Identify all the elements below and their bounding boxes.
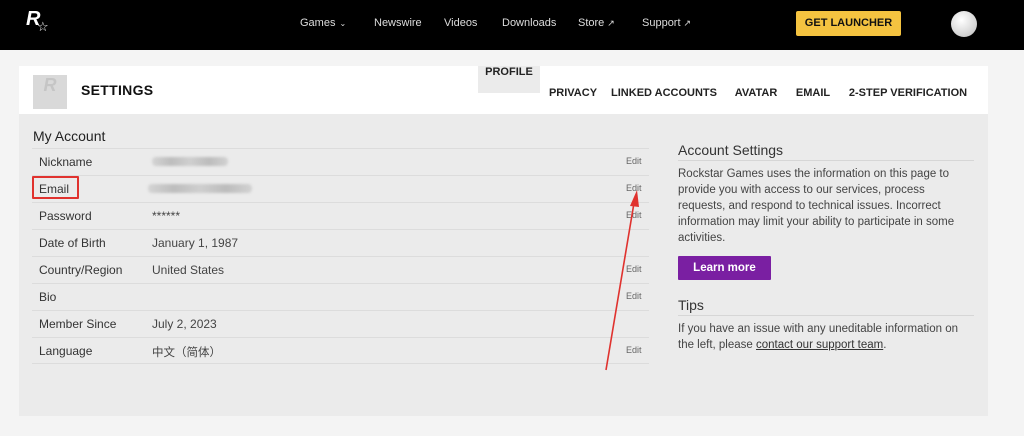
get-launcher-button[interactable]: GET LAUNCHER [796, 11, 901, 36]
nav-videos[interactable]: Videos [444, 0, 477, 50]
settings-panel: R SETTINGS PROFILE PRIVACY LINKED ACCOUN… [19, 66, 988, 416]
edit-link[interactable]: Edit [626, 183, 642, 193]
divider [678, 315, 974, 316]
tab-email[interactable]: EMAIL [793, 87, 833, 114]
external-link-icon: ↗ [607, 18, 615, 28]
learn-more-button[interactable]: Learn more [678, 256, 771, 280]
contact-support-link[interactable]: contact our support team [756, 339, 883, 351]
tab-profile[interactable]: PROFILE [478, 66, 540, 93]
user-avatar[interactable] [951, 11, 977, 37]
field-row-bio: Bio Edit [32, 283, 649, 310]
nav-downloads-label: Downloads [502, 17, 557, 29]
account-settings-description: Rockstar Games uses the information on t… [678, 168, 955, 244]
external-link-icon: ↗ [683, 18, 692, 28]
field-label: Bio [39, 290, 57, 304]
tab-privacy[interactable]: PRIVACY [545, 87, 601, 114]
nav-store[interactable]: Store ↗ [578, 0, 615, 50]
account-settings-section: Account Settings Rockstar Games uses the… [678, 142, 974, 246]
page-title: SETTINGS [81, 82, 154, 98]
profile-avatar: R [33, 75, 67, 109]
field-label: Date of Birth [39, 236, 106, 250]
chevron-down-icon: ⌄ [339, 19, 347, 28]
field-label: Country/Region [39, 263, 123, 277]
field-label: Nickname [39, 155, 93, 169]
tab-2-step-verification[interactable]: 2-STEP VERIFICATION [847, 87, 969, 114]
tips-description: If you have an issue with any uneditable… [678, 321, 974, 353]
field-value: January 1, 1987 [152, 236, 239, 250]
field-row-member-since: Member Since July 2, 2023 [32, 310, 649, 337]
settings-header: R SETTINGS PROFILE PRIVACY LINKED ACCOUN… [19, 66, 988, 114]
tips-title: Tips [678, 297, 704, 313]
nav-store-label: Store [578, 17, 605, 29]
nav-videos-label: Videos [444, 17, 478, 29]
tab-avatar[interactable]: AVATAR [731, 87, 781, 114]
field-row-language: Language 中文（简体） Edit [32, 337, 649, 364]
nav-newswire-label: Newswire [374, 17, 422, 29]
redacted-value [152, 157, 228, 166]
logo-star: ☆ [37, 20, 49, 35]
divider [678, 160, 974, 161]
field-row-email: Email Edit [32, 175, 649, 202]
nav-support-label: Support [642, 17, 681, 29]
field-label: Member Since [39, 317, 117, 331]
field-value: United States [152, 263, 225, 277]
field-value: July 2, 2023 [152, 317, 217, 331]
field-label: Password [39, 209, 92, 223]
field-value: 中文（简体） [152, 345, 221, 359]
email-highlight-box [32, 176, 79, 199]
field-row-date-of-birth: Date of Birth January 1, 1987 [32, 229, 649, 256]
edit-link[interactable]: Edit [626, 210, 642, 220]
edit-link[interactable]: Edit [626, 264, 642, 274]
edit-link[interactable]: Edit [626, 291, 642, 301]
nav-support[interactable]: Support ↗ [642, 0, 691, 50]
account-settings-title: Account Settings [678, 142, 784, 158]
nav-downloads[interactable]: Downloads [502, 0, 556, 50]
field-value: ****** [152, 209, 181, 223]
field-row-country-region: Country/Region United States Edit [32, 256, 649, 283]
redacted-value [148, 184, 252, 193]
edit-link[interactable]: Edit [626, 345, 642, 355]
tips-text-end: . [883, 339, 887, 351]
rockstar-logo-icon[interactable]: R ☆ [26, 8, 52, 36]
edit-link[interactable]: Edit [626, 156, 642, 166]
field-row-password: Password ****** Edit [32, 202, 649, 229]
top-nav-bar: R ☆ Games ⌄ Newswire Videos Downloads Sto… [0, 0, 1024, 50]
nav-games[interactable]: Games ⌄ [300, 0, 346, 50]
tab-linked-accounts[interactable]: LINKED ACCOUNTS [611, 87, 717, 114]
tips-section: Tips If you have an issue with any unedi… [678, 297, 974, 353]
nav-games-label: Games [300, 17, 336, 29]
field-label: Language [39, 344, 93, 358]
field-row-nickname: Nickname Edit [32, 148, 649, 175]
nav-newswire[interactable]: Newswire [374, 0, 422, 50]
my-account-title: My Account [33, 128, 106, 144]
